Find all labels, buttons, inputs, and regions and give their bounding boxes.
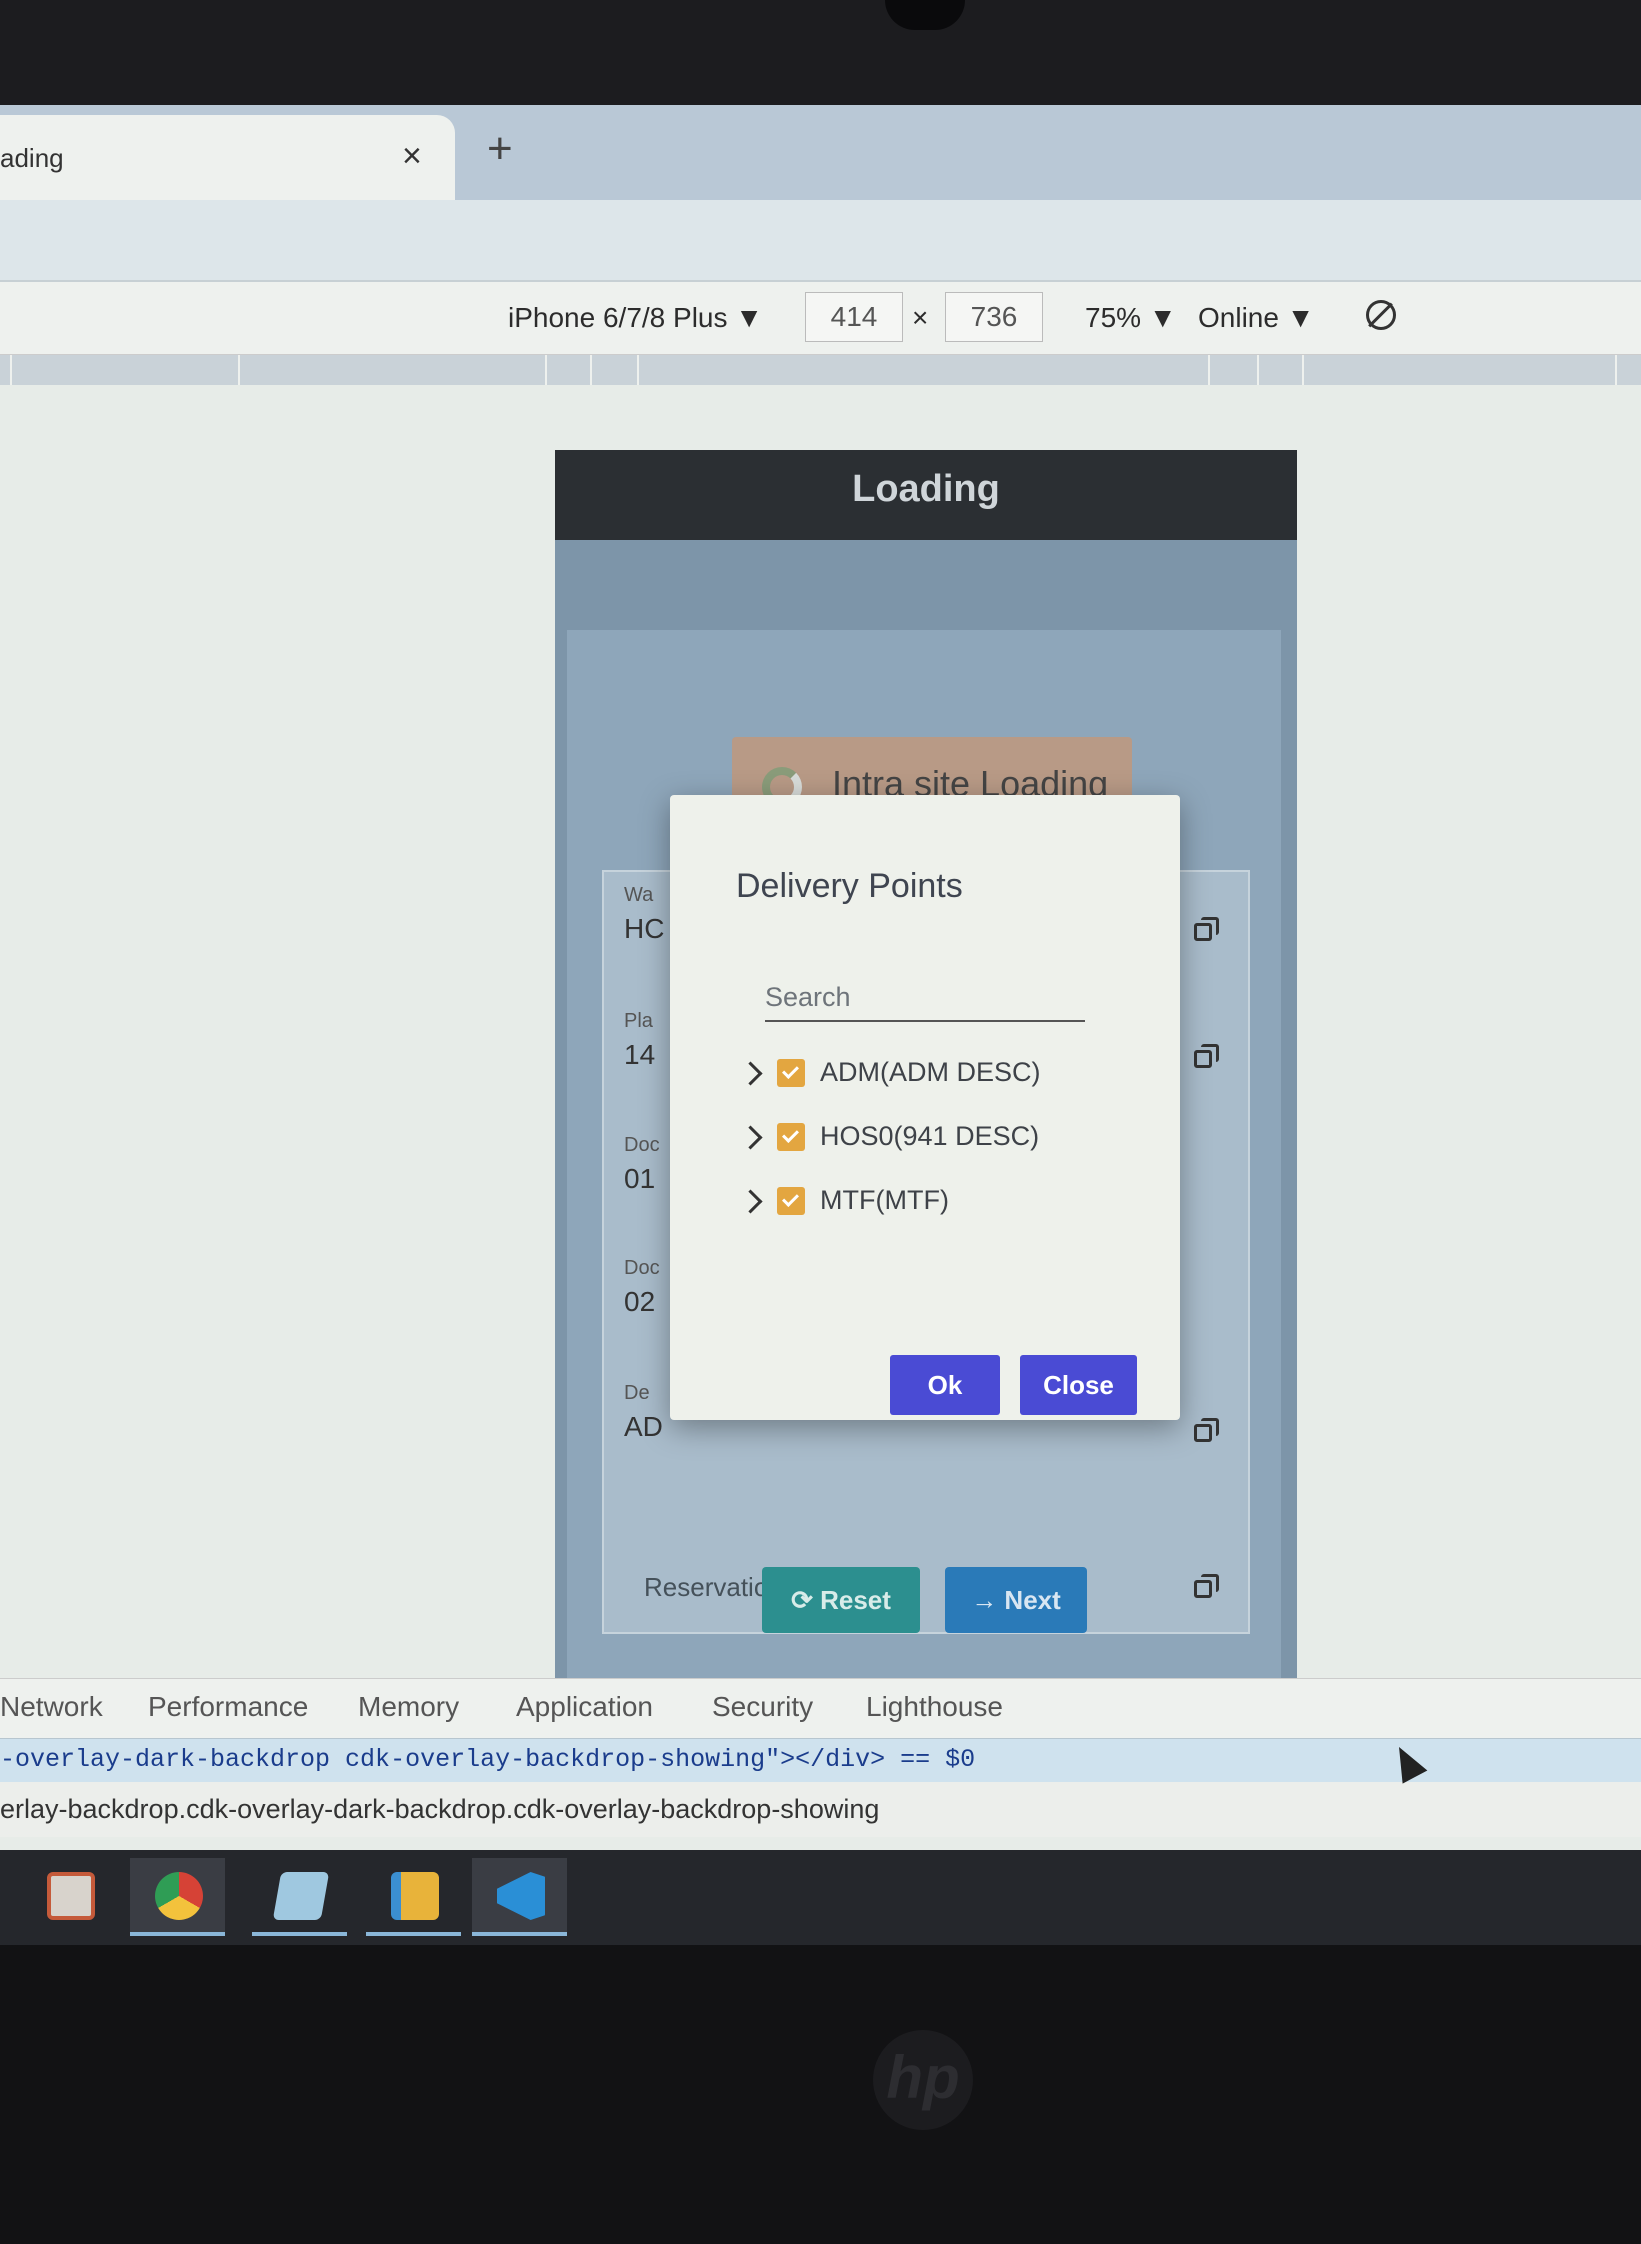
- copy-icon[interactable]: [1194, 1044, 1220, 1070]
- chevron-right-icon[interactable]: [738, 1189, 763, 1214]
- reset-button[interactable]: ⟳ Reset: [762, 1567, 920, 1633]
- browser-tab[interactable]: ading ×: [0, 115, 455, 203]
- devtools-tab-bar: Network Performance Memory Application S…: [0, 1678, 1641, 1739]
- address-bar-area: [0, 200, 1641, 282]
- tab-close-icon[interactable]: ×: [402, 137, 422, 176]
- tree-item-label: MTF(MTF): [820, 1185, 949, 1215]
- tab-application[interactable]: Application: [516, 1691, 653, 1723]
- zoom-select[interactable]: 75% ▼: [1085, 302, 1177, 334]
- network-throttle-select[interactable]: Online ▼: [1198, 302, 1314, 334]
- checkbox[interactable]: [777, 1123, 805, 1151]
- active-indicator: [366, 1932, 461, 1936]
- laptop-bezel-top: [0, 0, 1641, 110]
- tab-performance[interactable]: Performance: [148, 1691, 308, 1723]
- chevron-right-icon[interactable]: [738, 1125, 763, 1150]
- device-select[interactable]: iPhone 6/7/8 Plus ▼: [508, 302, 763, 334]
- delivery-points-dialog: Delivery Points ADM(ADM DESC) HOS0(941 D…: [670, 795, 1180, 1420]
- slideshow-app-icon: [47, 1872, 95, 1920]
- webcam: [885, 0, 965, 30]
- taskbar-app[interactable]: [22, 1858, 117, 1936]
- app-header: Loading: [555, 450, 1297, 540]
- taskbar-app[interactable]: [130, 1858, 225, 1936]
- tree-item-label: ADM(ADM DESC): [820, 1057, 1041, 1087]
- tab-network[interactable]: Network: [0, 1691, 103, 1723]
- close-button[interactable]: Close: [1020, 1355, 1137, 1415]
- active-indicator: [252, 1932, 347, 1936]
- taskbar-app[interactable]: [366, 1858, 461, 1936]
- vscode-icon: [497, 1872, 545, 1920]
- app-header-title: Loading: [852, 468, 1000, 510]
- dialog-title: Delivery Points: [736, 867, 963, 905]
- viewport-width-input[interactable]: 414: [805, 292, 903, 342]
- active-indicator: [472, 1932, 567, 1936]
- checkbox[interactable]: [777, 1059, 805, 1087]
- laptop-screen: ading × + iPhone 6/7/8 Plus ▼ 414 × 736 …: [0, 105, 1641, 1945]
- copy-icon[interactable]: [1194, 1418, 1220, 1444]
- new-tab-icon[interactable]: +: [487, 127, 513, 171]
- copy-icon[interactable]: [1194, 1574, 1220, 1600]
- taskbar: [0, 1850, 1641, 1945]
- times-sign: ×: [912, 302, 929, 333]
- device-toolbar: iPhone 6/7/8 Plus ▼ 414 × 736 75% ▼ Onli…: [0, 282, 1641, 355]
- next-button[interactable]: → Next: [945, 1567, 1087, 1633]
- hp-logo: hp: [873, 2030, 973, 2130]
- tab-security[interactable]: Security: [712, 1691, 813, 1723]
- rotate-icon[interactable]: [1366, 300, 1396, 330]
- file-explorer-icon: [391, 1872, 439, 1920]
- tab-memory[interactable]: Memory: [358, 1691, 459, 1723]
- breadcrumb-text: erlay-backdrop.cdk-overlay-dark-backdrop…: [0, 1794, 880, 1824]
- viewport-height-input[interactable]: 736: [945, 292, 1043, 342]
- chrome-icon: [155, 1872, 203, 1920]
- chevron-right-icon[interactable]: [738, 1061, 763, 1086]
- checkbox[interactable]: [777, 1187, 805, 1215]
- taskbar-app[interactable]: [472, 1858, 567, 1936]
- copy-icon[interactable]: [1194, 917, 1220, 943]
- laptop-bezel-bottom: [0, 1945, 1641, 2244]
- tree-item-label: HOS0(941 DESC): [820, 1121, 1040, 1151]
- tab-lighthouse[interactable]: Lighthouse: [866, 1691, 1003, 1723]
- ok-button[interactable]: Ok: [890, 1355, 1000, 1415]
- element-code-line: -overlay-dark-backdrop cdk-overlay-backd…: [0, 1745, 976, 1774]
- tab-title: ading: [0, 143, 64, 173]
- media-query-ruler: [0, 355, 1641, 385]
- taskbar-app[interactable]: [252, 1858, 347, 1936]
- devtools-breadcrumb[interactable]: erlay-backdrop.cdk-overlay-dark-backdrop…: [0, 1782, 1641, 1837]
- search-input[interactable]: [765, 975, 1085, 1022]
- active-indicator: [130, 1932, 225, 1936]
- browser-tab-strip: ading × +: [0, 105, 1641, 203]
- notes-app-icon: [272, 1872, 330, 1920]
